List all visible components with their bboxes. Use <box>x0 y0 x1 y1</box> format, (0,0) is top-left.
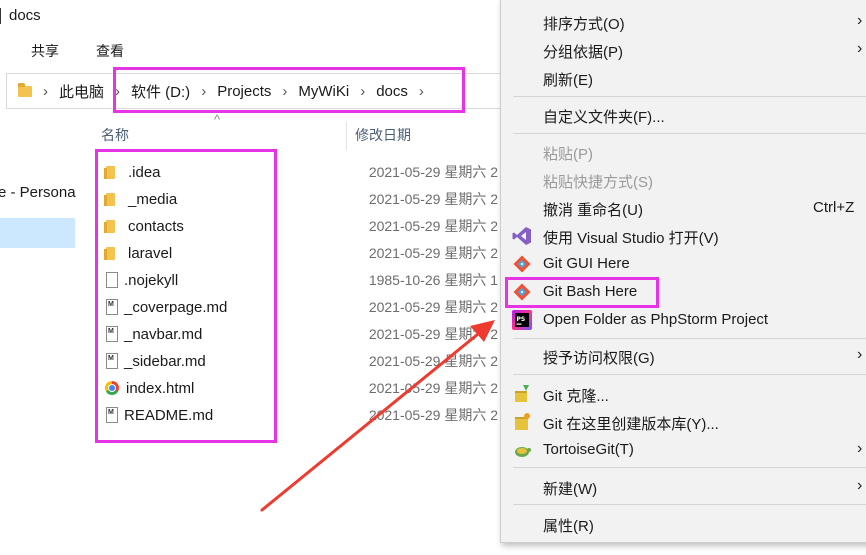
shortcut-label: Ctrl+Z <box>813 199 855 216</box>
phpstorm-icon: PS <box>512 310 532 330</box>
menu-item-open-phpstorm[interactable]: Open Folder as PhpStorm Project <box>543 311 768 328</box>
menu-item-sort-by[interactable]: 排序方式(O) <box>543 13 625 34</box>
menu-item-tortoisegit[interactable]: TortoiseGit(T) <box>543 441 634 458</box>
menu-item-group-by[interactable]: 分组依据(P) <box>543 41 623 62</box>
menu-item-git-create-repo[interactable]: Git 在这里创建版本库(Y)... <box>543 413 719 434</box>
file-date: 2021-05-29 星期六 2 <box>368 380 498 396</box>
tortoisegit-icon <box>515 447 531 457</box>
menu-separator <box>513 467 866 468</box>
git-clone-icon <box>515 385 529 402</box>
menu-item-new[interactable]: 新建(W) <box>543 478 597 499</box>
menu-item-paste-shortcut[interactable]: 粘贴快捷方式(S) <box>543 171 653 192</box>
window-title: docs <box>9 7 41 24</box>
file-date: 2021-05-29 星期六 2 <box>368 299 498 315</box>
menu-separator <box>513 374 866 375</box>
menu-item-grant-access[interactable]: 授予访问权限(G) <box>543 347 655 368</box>
menu-item-open-with-visual-studio[interactable]: 使用 Visual Studio 打开(V) <box>543 227 719 248</box>
chevron-right-icon: › <box>857 40 863 57</box>
tab-share[interactable]: 共享 <box>31 41 59 61</box>
chevron-right-icon: › <box>857 440 863 457</box>
file-date: 2021-05-29 星期六 2 <box>368 218 498 234</box>
file-date: 2021-05-29 星期六 2 <box>368 326 498 342</box>
column-header-name[interactable]: 名称 <box>101 125 129 145</box>
title-bar <box>0 0 500 34</box>
tab-view[interactable]: 查看 <box>96 41 124 61</box>
file-date: 1985-10-26 星期六 1 <box>368 272 498 288</box>
menu-item-undo-rename[interactable]: 撤消 重命名(U) <box>543 199 643 220</box>
breadcrumb-highlight-box <box>113 67 465 113</box>
breadcrumb-this-pc[interactable]: 此电脑 <box>59 81 104 102</box>
file-date: 2021-05-29 星期六 2 <box>368 407 498 423</box>
git-gui-icon <box>513 255 531 273</box>
menu-separator <box>513 338 866 339</box>
chevron-right-icon: › <box>857 346 863 363</box>
menu-separator <box>513 96 866 97</box>
sort-indicator-icon: ^ <box>214 112 221 127</box>
file-date: 2021-05-29 星期六 2 <box>368 164 498 180</box>
svg-text:PS: PS <box>517 316 526 323</box>
chevron-right-icon: › <box>857 12 863 29</box>
menu-item-properties[interactable]: 属性(R) <box>543 515 594 536</box>
breadcrumb-separator[interactable]: › <box>43 83 48 100</box>
visual-studio-icon <box>512 227 531 245</box>
menu-separator <box>513 504 866 505</box>
column-divider[interactable] <box>346 122 347 150</box>
sidebar-item-onedrive[interactable]: e - Persona <box>0 184 76 201</box>
git-bash-highlight-box <box>505 277 659 308</box>
menu-separator <box>513 133 866 134</box>
column-header-date-modified[interactable]: 修改日期 <box>355 125 411 145</box>
menu-item-paste[interactable]: 粘贴(P) <box>543 143 593 164</box>
file-list-highlight-box <box>95 149 277 443</box>
git-create-repo-icon <box>515 413 530 430</box>
file-date: 2021-05-29 星期六 2 <box>368 353 498 369</box>
sidebar-selected-item[interactable] <box>0 218 75 248</box>
file-date: 2021-05-29 星期六 2 <box>368 191 498 207</box>
chevron-right-icon: › <box>857 477 863 494</box>
menu-item-git-gui-here[interactable]: Git GUI Here <box>543 255 630 272</box>
title-bar-edge <box>0 8 1 24</box>
menu-item-customize-folder[interactable]: 自定义文件夹(F)... <box>543 106 665 127</box>
menu-item-git-clone[interactable]: Git 克隆... <box>543 385 609 406</box>
folder-icon <box>18 82 32 97</box>
menu-item-refresh[interactable]: 刷新(E) <box>543 69 593 90</box>
file-date: 2021-05-29 星期六 2 <box>368 245 498 261</box>
